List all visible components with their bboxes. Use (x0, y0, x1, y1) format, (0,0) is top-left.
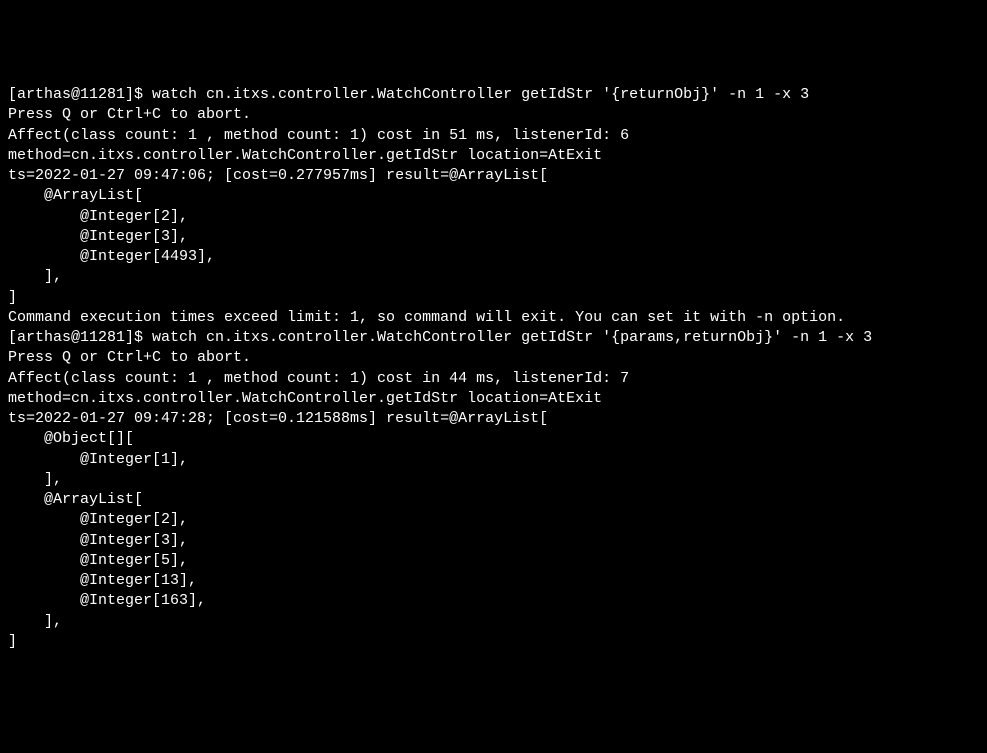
terminal-line: [arthas@11281]$ watch cn.itxs.controller… (8, 85, 979, 105)
terminal-line: @Integer[2], (8, 207, 979, 227)
terminal-line: ], (8, 612, 979, 632)
terminal-line: @Integer[5], (8, 551, 979, 571)
terminal-line: @Integer[4493], (8, 247, 979, 267)
terminal-line: method=cn.itxs.controller.WatchControlle… (8, 389, 979, 409)
terminal-output[interactable]: [arthas@11281]$ watch cn.itxs.controller… (8, 85, 979, 652)
terminal-line: Affect(class count: 1 , method count: 1)… (8, 369, 979, 389)
terminal-line: method=cn.itxs.controller.WatchControlle… (8, 146, 979, 166)
terminal-line: @Integer[1], (8, 450, 979, 470)
terminal-line: @Integer[13], (8, 571, 979, 591)
terminal-line: @Object[][ (8, 429, 979, 449)
terminal-line: [arthas@11281]$ watch cn.itxs.controller… (8, 328, 979, 348)
terminal-line: @ArrayList[ (8, 490, 979, 510)
terminal-line: ] (8, 288, 979, 308)
terminal-line: Press Q or Ctrl+C to abort. (8, 105, 979, 125)
terminal-line: ], (8, 470, 979, 490)
terminal-line: @Integer[3], (8, 227, 979, 247)
terminal-line: Press Q or Ctrl+C to abort. (8, 348, 979, 368)
terminal-line: @Integer[2], (8, 510, 979, 530)
terminal-line: ts=2022-01-27 09:47:28; [cost=0.121588ms… (8, 409, 979, 429)
terminal-line: Command execution times exceed limit: 1,… (8, 308, 979, 328)
terminal-line: ] (8, 632, 979, 652)
terminal-line: @ArrayList[ (8, 186, 979, 206)
terminal-line: ts=2022-01-27 09:47:06; [cost=0.277957ms… (8, 166, 979, 186)
terminal-line: ], (8, 267, 979, 287)
terminal-line: @Integer[3], (8, 531, 979, 551)
terminal-line: Affect(class count: 1 , method count: 1)… (8, 126, 979, 146)
terminal-line: @Integer[163], (8, 591, 979, 611)
